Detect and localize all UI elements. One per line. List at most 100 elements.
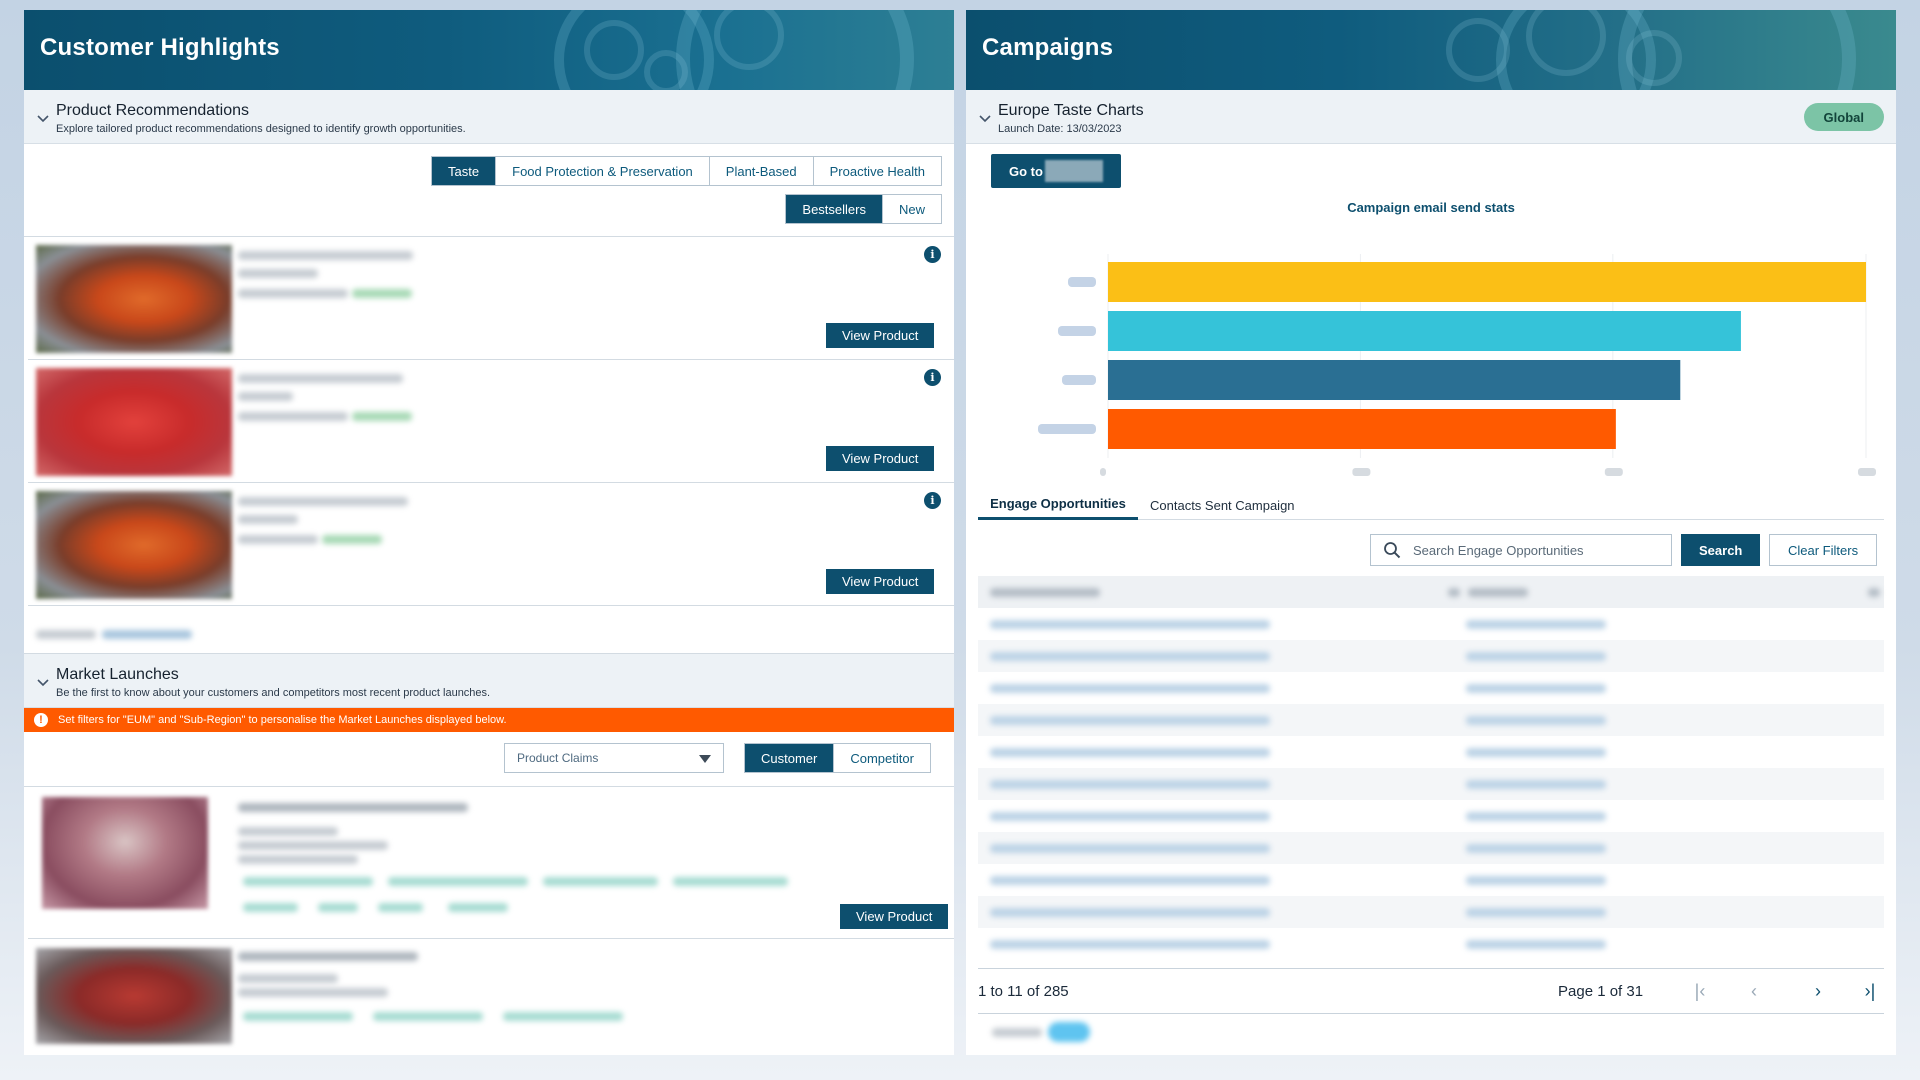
blurred-text [238, 269, 318, 278]
alert-text: Set filters for "EUM" and "Sub-Region" t… [58, 714, 507, 726]
table-row[interactable] [978, 608, 1884, 640]
opportunity-tabs: Engage Opportunities Contacts Sent Campa… [978, 490, 1884, 520]
blurred-text [238, 392, 293, 401]
chart-category-label [1068, 277, 1096, 287]
dropdown-placeholder: Product Claims [517, 751, 599, 765]
tab-engage-opportunities[interactable]: Engage Opportunities [978, 490, 1138, 520]
table-row[interactable] [978, 672, 1884, 704]
market-launches-header[interactable]: Market Launches Be the first to know abo… [24, 653, 954, 708]
search-placeholder: Search Engage Opportunities [1413, 542, 1584, 558]
blurred-text [238, 803, 468, 812]
table-row[interactable] [978, 736, 1884, 768]
campaign-header[interactable]: Europe Taste Charts Launch Date: 13/03/2… [966, 90, 1896, 144]
blurred-text [238, 535, 318, 544]
blurred-tag [388, 877, 528, 886]
blurred-tag [503, 1012, 623, 1021]
panel-header: Campaigns [966, 10, 1896, 90]
category-tab-food-protection[interactable]: Food Protection & Preservation [496, 157, 710, 185]
table-row[interactable] [978, 704, 1884, 736]
product-image [36, 491, 232, 599]
view-product-button[interactable]: View Product [826, 446, 935, 471]
table-row[interactable] [978, 864, 1884, 896]
info-icon[interactable]: i [924, 246, 941, 263]
search-button[interactable]: Search [1681, 534, 1761, 566]
blurred-text [238, 497, 408, 506]
next-page-icon[interactable]: › [1808, 981, 1828, 1002]
chevron-down-icon[interactable] [36, 675, 50, 689]
chart-category-label [1058, 326, 1096, 336]
product-recommendations-header[interactable]: Product Recommendations Explore tailored… [24, 90, 954, 144]
table-row[interactable] [978, 928, 1884, 960]
blurred-text [238, 289, 348, 298]
blurred-header [990, 588, 1100, 597]
category-tab-plant-based[interactable]: Plant-Based [710, 157, 814, 185]
info-icon[interactable]: i [924, 492, 941, 509]
product-claims-dropdown[interactable]: Product Claims [504, 743, 724, 773]
blurred-tag [673, 877, 788, 886]
blurred-text [238, 952, 418, 961]
chart-bar[interactable] [1108, 311, 1741, 351]
product-image [36, 245, 232, 353]
toggle-competitor[interactable]: Competitor [834, 744, 930, 772]
filter-alert: ! Set filters for "EUM" and "Sub-Region"… [24, 708, 954, 732]
launch-card [28, 940, 954, 1055]
view-product-button[interactable]: View Product [826, 323, 935, 348]
search-field[interactable]: Search Engage Opportunities [1370, 534, 1672, 566]
blurred-text [238, 412, 348, 421]
table-row[interactable] [978, 768, 1884, 800]
campaign-name: Europe Taste Charts [998, 102, 1144, 119]
search-icon [1384, 542, 1401, 559]
blurred-text [238, 974, 338, 983]
blurred-tag [448, 903, 508, 912]
menu-icon[interactable] [1868, 588, 1880, 597]
launch-image [36, 948, 232, 1044]
campaign-launch-date: Launch Date: 13/03/2023 [998, 123, 1122, 135]
chart-bar[interactable] [1108, 409, 1616, 449]
blurred-tag [243, 1012, 353, 1021]
mode-tab-bestsellers[interactable]: Bestsellers [786, 195, 883, 223]
first-page-icon[interactable]: |‹ [1690, 981, 1710, 1002]
caret-down-icon [699, 755, 711, 763]
chart-tick-label [1858, 468, 1876, 476]
previous-page-icon[interactable]: ‹ [1744, 981, 1764, 1002]
clear-filters-button[interactable]: Clear Filters [1769, 534, 1878, 566]
table-row[interactable] [978, 640, 1884, 672]
chart-bar[interactable] [1108, 360, 1681, 400]
chevron-down-icon[interactable] [36, 111, 50, 125]
blurred-link[interactable] [102, 630, 192, 639]
chart-tick-label [1604, 468, 1623, 476]
blurred-text [352, 289, 412, 298]
blurred-header [1468, 588, 1528, 597]
chevron-down-icon[interactable] [978, 111, 992, 125]
table-row[interactable] [978, 800, 1884, 832]
menu-icon[interactable] [1448, 588, 1460, 597]
last-page-icon[interactable]: ›| [1860, 981, 1880, 1002]
pagination-page: Page 1 of 31 [1558, 983, 1644, 1000]
campaigns-panel: Campaigns Europe Taste Charts Launch Dat… [966, 10, 1896, 1055]
panel-title: Campaigns [982, 34, 1114, 61]
view-product-button[interactable]: View Product [826, 569, 935, 594]
go-to-button[interactable]: Go to [991, 154, 1121, 188]
category-tab-proactive-health[interactable]: Proactive Health [814, 157, 941, 185]
chart-bar[interactable] [1108, 262, 1866, 302]
product-card: i View Product [28, 360, 954, 483]
blurred-link[interactable] [1048, 1022, 1090, 1042]
table-row[interactable] [978, 832, 1884, 864]
info-icon[interactable]: i [924, 369, 941, 386]
customer-competitor-toggle: Customer Competitor [744, 743, 931, 773]
chart-title: Campaign email send stats [1347, 200, 1515, 215]
table-header [978, 576, 1884, 608]
blurred-text [36, 630, 96, 639]
tab-contacts-sent-campaign[interactable]: Contacts Sent Campaign [1138, 490, 1307, 520]
blurred-tag [373, 1012, 483, 1021]
blurred-text [992, 1028, 1042, 1037]
category-tab-taste[interactable]: Taste [432, 157, 497, 185]
global-badge: Global [1803, 103, 1884, 131]
blurred-text [238, 988, 388, 997]
mode-tab-new[interactable]: New [883, 195, 941, 223]
toggle-customer[interactable]: Customer [745, 744, 835, 772]
chart-tick-label [1352, 468, 1371, 476]
table-row[interactable] [978, 896, 1884, 928]
pagination-range: 1 to 11 of 285 [978, 983, 1069, 1000]
view-product-button[interactable]: View Product [840, 904, 949, 929]
